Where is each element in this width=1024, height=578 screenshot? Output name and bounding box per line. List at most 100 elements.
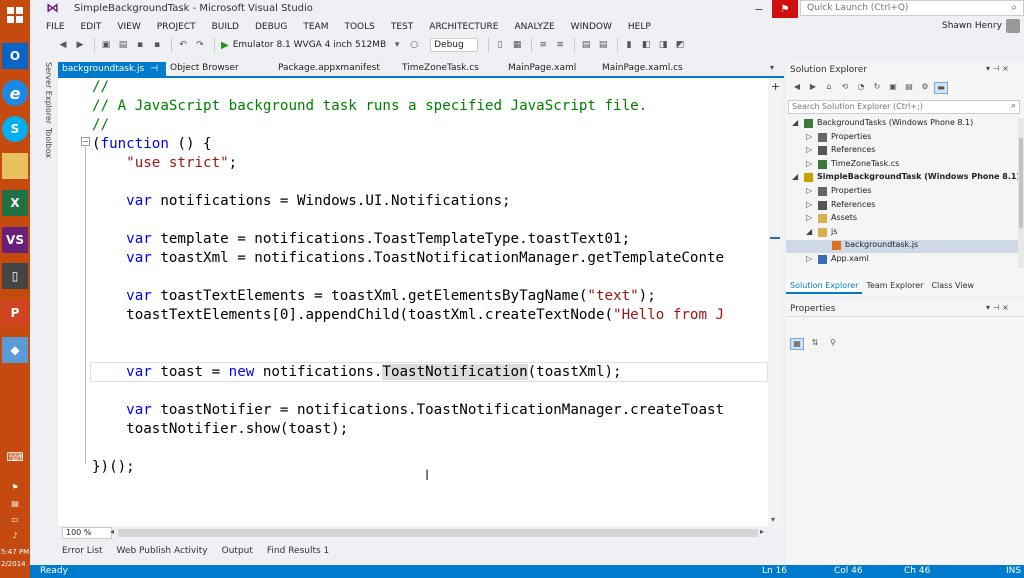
code-line[interactable]: var toastXml = notifications.ToastNotifi… [92,249,724,268]
editor-vertical-scrollbar[interactable]: + ▾ [768,78,782,526]
new-project-icon[interactable]: ▣ [99,38,113,52]
solution-scrollbar[interactable] [1018,118,1024,268]
tab-object-browser[interactable]: Object Browser [166,62,268,76]
menu-help[interactable]: HELP [628,22,651,32]
phone-emulator-taskbar-icon[interactable]: ▯ [2,263,28,289]
tree-item[interactable]: ▷ References [786,145,1018,158]
pending-changes-icon[interactable]: ◔ [854,82,868,94]
code-line[interactable]: var template = notifications.ToastTempla… [92,230,630,249]
code-line[interactable]: // A JavaScript background task runs a s… [92,97,647,116]
dropdown-arrow-icon[interactable]: ▾ [986,64,990,73]
quick-launch-input[interactable]: Quick Launch (Ctrl+Q) ⌕ [800,0,1024,16]
collapsed-arrow-icon[interactable]: ▷ [806,186,812,195]
skype-taskbar-icon[interactable]: S [2,116,28,142]
bookmark-next-icon[interactable]: ◨ [656,38,670,52]
keyboard-icon[interactable]: ⌨ [2,448,28,466]
save-icon[interactable]: ▪ [133,38,147,52]
bookmark-icon[interactable]: ▮ [622,38,636,52]
solution-configuration-select[interactable]: Debug [430,38,479,52]
file-explorer-taskbar-icon[interactable] [2,153,28,179]
split-editor-icon[interactable]: + [771,80,780,93]
indent-icon[interactable]: ≡ [536,38,550,52]
property-pages-icon[interactable]: ⚲ [826,338,840,350]
menu-file[interactable]: FILE [46,22,65,32]
dropdown-arrow-icon[interactable]: ▾ [390,38,404,52]
collapsed-arrow-icon[interactable]: ▷ [806,200,812,209]
tray-battery-icon[interactable]: ▭ [2,512,28,526]
pin-icon[interactable]: ⊣ [993,303,1000,312]
tab-timezonetask-cs[interactable]: TimeZoneTask.cs [394,62,500,76]
solution-search-input[interactable]: Search Solution Explorer (Ctrl+;) ⌕ [788,100,1020,114]
collapsed-arrow-icon[interactable]: ▷ [806,213,812,222]
preview-selected-icon[interactable]: ▬ [934,82,948,94]
collapsed-arrow-icon[interactable]: ▷ [806,254,812,263]
device-icon[interactable]: ▯ [493,38,507,52]
refresh-icon[interactable]: ○ [407,38,421,52]
menu-tools[interactable]: TOOLS [344,22,374,32]
expanded-arrow-icon[interactable]: ◢ [792,118,798,127]
navigate-forward-icon[interactable]: ▶ [73,38,87,52]
code-line[interactable]: var toastNotifier = notifications.ToastN… [92,401,724,420]
expanded-arrow-icon[interactable]: ◢ [806,227,812,236]
tray-flag-icon[interactable]: ⚑ [2,480,28,494]
tray-network-icon[interactable]: ▤ [2,496,28,510]
scroll-left-icon[interactable]: ◂ [110,527,114,536]
tab-error-list[interactable]: Error List [62,546,103,556]
server-explorer-tab[interactable]: Server Explorer [44,62,53,124]
visual-studio-taskbar-icon[interactable]: VS [2,227,28,253]
menu-debug[interactable]: DEBUG [255,22,287,32]
tab-team-explorer[interactable]: Team Explorer [862,280,927,294]
start-debugging-button[interactable]: ▶ Emulator 8.1 WVGA 4 inch 512MB [221,40,386,51]
tree-item[interactable]: ◢ SimpleBackgroundTask (Windows Phone 8.1… [786,172,1020,185]
undo-icon[interactable]: ↶ [176,38,190,52]
tab-overflow-icon[interactable]: ▾ [770,63,774,72]
tab-mainpage-xaml[interactable]: MainPage.xaml [500,62,598,76]
zoom-level-select[interactable]: 100 % [62,527,112,539]
tree-item[interactable]: ◢ BackgroundTasks (Windows Phone 8.1) [786,118,1018,131]
menu-build[interactable]: BUILD [212,22,239,32]
taskbar-date[interactable]: 2/2014 [0,560,30,568]
toolbox-tab[interactable]: Toolbox [44,128,53,158]
tab-find-results-1[interactable]: Find Results 1 [267,546,329,556]
tab-class-view[interactable]: Class View [927,280,978,294]
collapsed-arrow-icon[interactable]: ▷ [806,159,812,168]
save-all-icon[interactable]: ▪ [150,38,164,52]
tree-item[interactable]: ◢ js [786,227,1018,240]
code-line[interactable]: })(); [92,458,135,477]
menu-architecture[interactable]: ARCHITECTURE [429,22,498,32]
outlook-taskbar-icon[interactable]: O [2,43,28,69]
tree-item[interactable]: ▷ App.xaml [786,254,1018,267]
menu-test[interactable]: TEST [391,22,413,32]
refresh-icon[interactable]: ↻ [870,82,884,94]
scrollbar-thumb[interactable] [1019,138,1023,228]
sync-icon[interactable]: ⟲ [838,82,852,94]
menu-view[interactable]: VIEW [117,22,140,32]
collapsed-arrow-icon[interactable]: ▷ [806,145,812,154]
code-line[interactable]: var toast = new notifications.ToastNotif… [92,363,622,382]
code-line[interactable]: var notifications = Windows.UI.Notificat… [92,192,510,211]
tab-solution-explorer[interactable]: Solution Explorer [786,280,863,294]
code-line[interactable]: toastNotifier.show(toast); [92,420,348,439]
alphabetical-icon[interactable]: ⇅ [808,338,822,350]
home-icon[interactable]: ⌂ [822,82,836,94]
properties-icon[interactable]: ⚙ [918,82,932,94]
tree-item[interactable]: ▷ TimeZoneTask.cs [786,159,1018,172]
tray-volume-icon[interactable]: ♪ [2,528,28,542]
search-icon[interactable]: ⌕ [1011,2,1017,13]
code-line[interactable]: // [92,78,109,97]
code-editor[interactable]: − // // A JavaScript background task runs… [58,78,774,526]
close-icon[interactable]: × [1002,303,1009,312]
code-line[interactable]: var toastTextElements = toastXml.getElem… [92,287,656,306]
menu-team[interactable]: TEAM [303,22,328,32]
pin-icon[interactable]: ⊣ [150,64,158,74]
search-icon[interactable]: ⌕ [1011,101,1016,111]
code-line[interactable]: (function () { [92,135,212,154]
back-icon[interactable]: ◀ [790,82,804,94]
redo-icon[interactable]: ↷ [193,38,207,52]
minimize-icon[interactable]: − [746,0,772,18]
comment-icon[interactable]: ▤ [579,38,593,52]
outdent-icon[interactable]: ≡ [553,38,567,52]
pin-icon[interactable]: ⊣ [993,64,1000,73]
powerpoint-taskbar-icon[interactable]: P [2,300,28,326]
start-button[interactable] [2,2,28,28]
